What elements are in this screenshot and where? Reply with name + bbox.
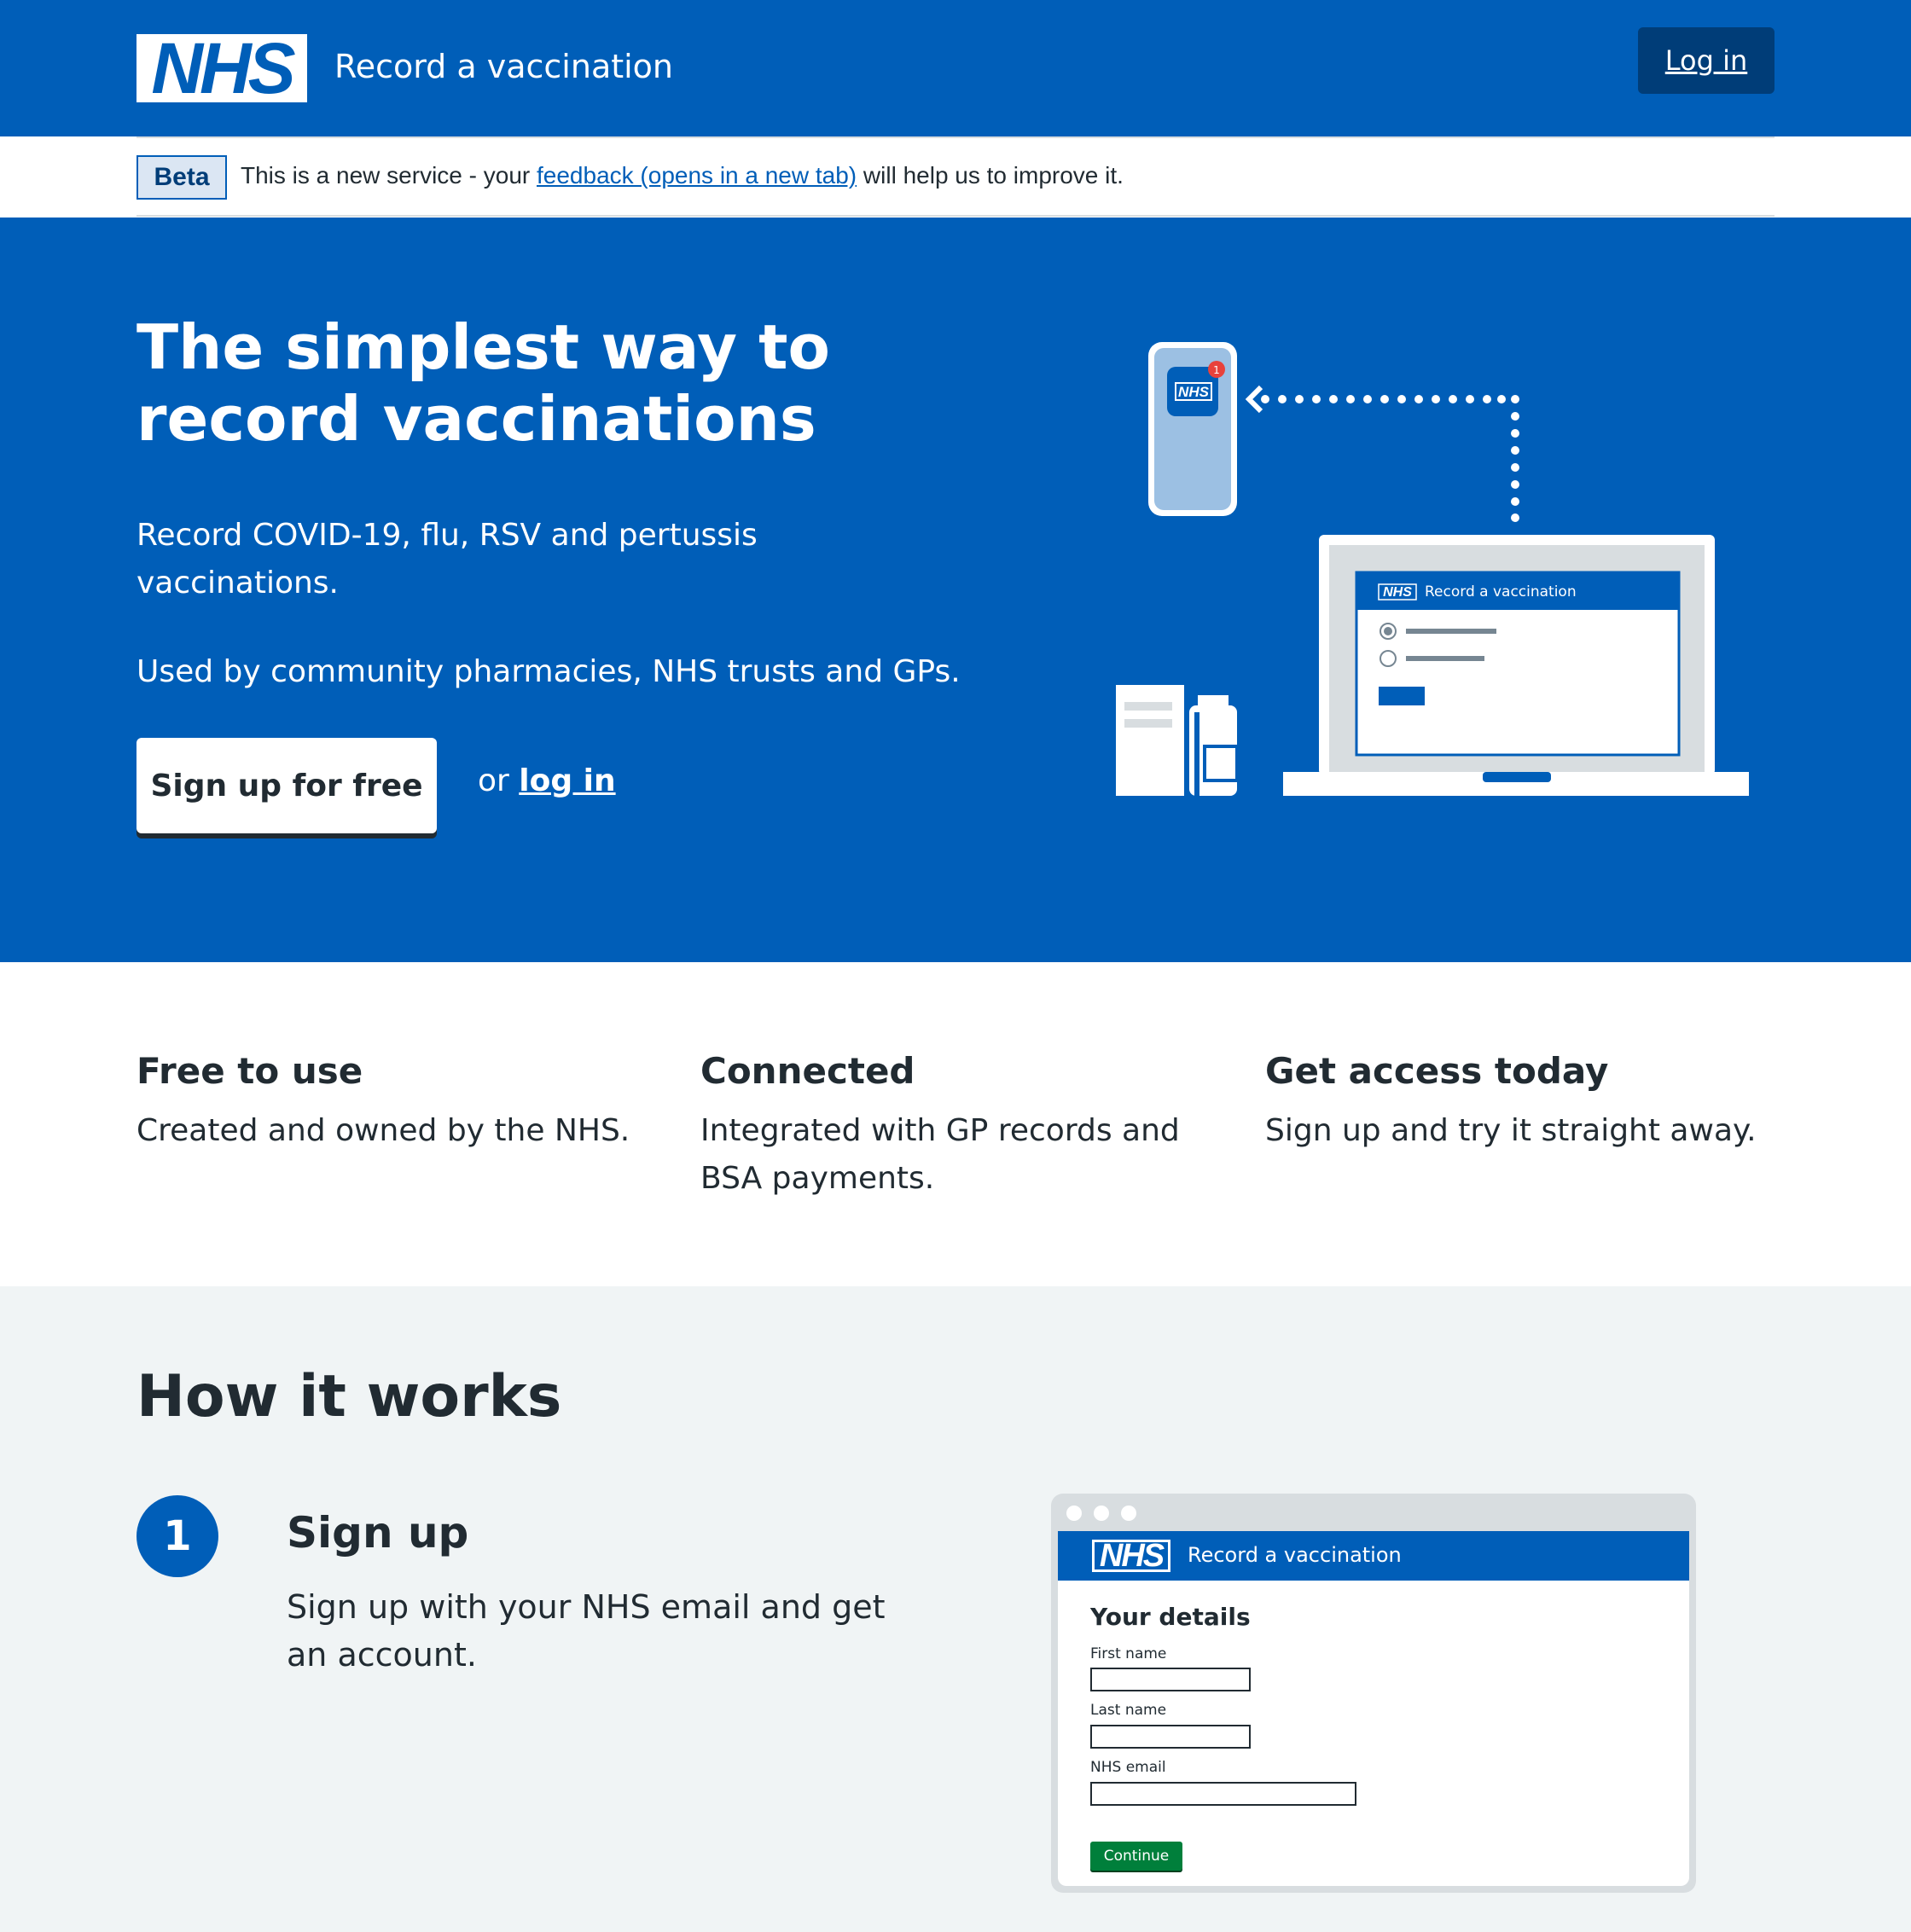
sign-up-button[interactable]: Sign up for free [136,738,437,833]
hero-login-link[interactable]: log in [519,763,615,798]
feedback-link[interactable]: feedback (opens in a new tab) [537,162,857,189]
dotted-arrow [1245,385,1519,522]
mock-header: NHS Record a vaccination [1058,1531,1689,1581]
beta-tag: Beta [136,155,227,200]
mock-nhs-logo: NHS [1092,1540,1170,1572]
mock-continue-button: Continue [1090,1842,1182,1871]
or-text: or [478,763,520,798]
feature-free: Free to use Created and owned by the NHS… [136,1047,665,1155]
feature-title: Connected [700,1050,915,1092]
mock-label-first-name: First name [1090,1645,1167,1662]
hero-title: The simplest way to record vaccinations [136,311,830,455]
phone-nhs-logo: NHS [1178,384,1210,400]
mock-label-email: NHS email [1090,1759,1166,1776]
mock-label-last-name: Last name [1090,1702,1167,1719]
laptop-illustration: NHS Record a vaccination [1283,535,1749,796]
feature-connected: Connected Integrated with GP records and… [700,1047,1229,1203]
service-name[interactable]: Record a vaccination [334,48,673,85]
mock-service-name: Record a vaccination [1188,1543,1402,1567]
feature-access: Get access today Sign up and try it stra… [1265,1047,1794,1155]
nhs-logo[interactable]: NHS [136,28,307,108]
how-it-works-title: How it works [136,1363,562,1430]
step-text: Sign up with your NHS email and get an a… [287,1588,886,1674]
beta-text-before: This is a new service - your [241,162,537,189]
hero-used-by: Used by community pharmacies, NHS trusts… [136,654,961,689]
mock-logo-text: NHS [1099,1538,1165,1574]
vaccine-box-illustration [1116,685,1239,796]
hero-section: The simplest way to record vaccinations … [0,218,1911,962]
step-number: 1 [136,1495,218,1577]
or-login: or log in [478,763,616,798]
step-title: Sign up [287,1508,469,1558]
hero-subtitle: Record COVID-19, flu, RSV and pertussis … [136,518,758,600]
feature-title: Free to use [136,1050,363,1092]
mock-page: NHS Record a vaccination Your details Fi… [1058,1531,1689,1886]
features-section: Free to use Created and owned by the NHS… [0,962,1911,1286]
feature-text: Integrated with GP records and BSA payme… [700,1113,1180,1196]
window-dot [1066,1506,1082,1521]
feature-text: Created and owned by the NHS. [136,1113,630,1148]
mock-input-first-name [1090,1668,1251,1691]
beta-text-after: will help us to improve it. [857,162,1124,189]
laptop-service-name: Record a vaccination [1425,583,1577,600]
mock-input-last-name [1090,1725,1251,1749]
laptop-nhs-logo: NHS [1383,585,1412,600]
divider [136,136,1774,138]
window-dot [1121,1506,1136,1521]
header-login-button[interactable]: Log in [1638,27,1774,94]
mock-heading: Your details [1090,1603,1251,1631]
browser-mockup: NHS Record a vaccination Your details Fi… [1051,1494,1696,1893]
nhs-logo-text: NHS [151,28,295,108]
feature-text: Sign up and try it straight away. [1265,1113,1757,1148]
site-header: NHS Record a vaccination Log in [0,0,1911,136]
notification-badge: 1 [1213,364,1220,376]
feature-title: Get access today [1265,1050,1609,1092]
divider [136,215,1774,217]
hero-illustration: NHS 1 NHS Record a vaccination [1116,342,1749,796]
beta-banner: Beta This is a new service - your feedba… [0,136,1911,218]
beta-message: This is a new service - your feedback (o… [241,162,1124,189]
mock-input-email [1090,1782,1356,1806]
window-dot [1094,1506,1109,1521]
phone-illustration: NHS 1 [1148,342,1237,516]
how-it-works-section: How it works 1 Sign up Sign up with your… [0,1286,1911,1932]
